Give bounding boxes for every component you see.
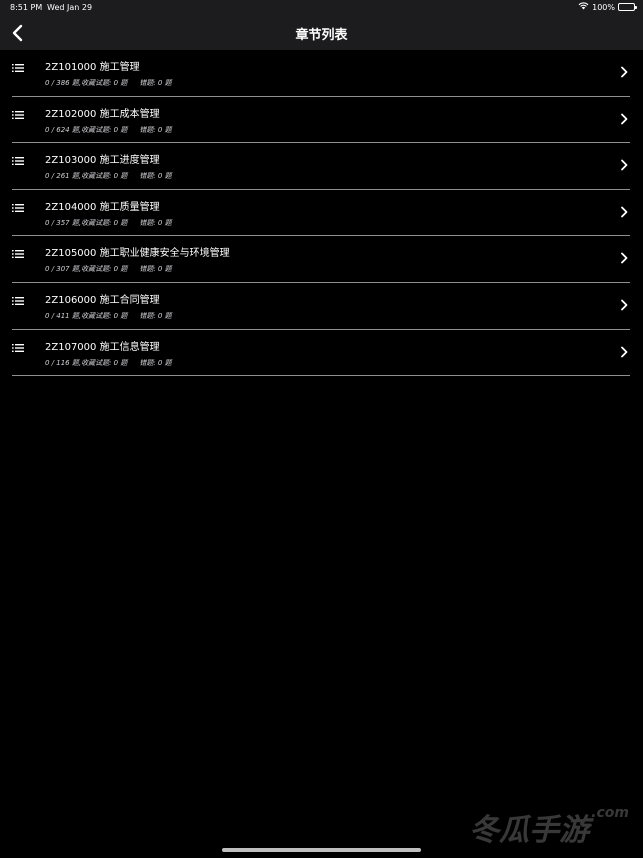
chapter-stats: 0 / 386 题,收藏试题: 0 题 错题: 0 题 [45, 78, 172, 88]
status-date: Wed Jan 29 [47, 3, 93, 12]
chapter-title: 2Z107000 施工信息管理 [45, 341, 160, 353]
chapter-favorites: 收藏试题: 0 题 [81, 125, 128, 134]
battery-percent: 100% [592, 2, 615, 12]
chapter-stats: 0 / 624 题,收藏试题: 0 题 错题: 0 题 [45, 125, 172, 135]
chapter-favorites: 收藏试题: 0 题 [81, 265, 128, 274]
chapter-favorites: 收藏试题: 0 题 [81, 311, 128, 320]
watermark-domain: .com [591, 805, 629, 821]
list-icon [12, 203, 24, 212]
chapter-title: 2Z106000 施工合同管理 [45, 294, 160, 306]
chapter-favorites: 收藏试题: 0 题 [81, 79, 128, 87]
chapter-stats: 0 / 116 题,收藏试题: 0 题 错题: 0 题 [45, 358, 172, 368]
chevron-right-icon [621, 159, 628, 171]
chapter-row[interactable]: 2Z106000 施工合同管理 0 / 411 题,收藏试题: 0 题 错题: 0… [12, 283, 630, 330]
chapter-progress: 0 / 307 题, [45, 265, 82, 274]
status-bar: 8:51 PM Wed Jan 29 100% [0, 0, 643, 15]
chapter-errors: 错题: 0 题 [139, 172, 172, 181]
navigation-bar: 章节列表 [0, 15, 643, 50]
chapter-row[interactable]: 2Z101000 施工管理 0 / 386 题,收藏试题: 0 题 错题: 0 题 [12, 50, 630, 97]
chapter-title: 2Z104000 施工质量管理 [45, 201, 160, 213]
chapter-errors: 错题: 0 题 [139, 79, 172, 87]
chapter-row[interactable]: 2Z104000 施工质量管理 0 / 357 题,收藏试题: 0 题 错题: 0… [12, 190, 630, 237]
chapter-errors: 错题: 0 题 [139, 265, 172, 274]
list-icon [12, 157, 24, 166]
wifi-icon [578, 2, 589, 12]
chevron-right-icon [621, 299, 628, 311]
chapter-row[interactable]: 2Z107000 施工信息管理 0 / 116 题,收藏试题: 0 题 错题: 0… [12, 330, 630, 377]
list-icon [12, 296, 24, 305]
status-time: 8:51 PM [10, 3, 43, 12]
chevron-right-icon [621, 66, 628, 78]
watermark-logo: 冬瓜手游 .com [469, 805, 629, 849]
chevron-right-icon [621, 346, 628, 357]
chapter-title: 2Z101000 施工管理 [45, 62, 140, 73]
chapter-progress: 0 / 261 题, [45, 172, 82, 181]
chevron-right-icon [621, 206, 628, 218]
list-icon [12, 250, 24, 259]
chapter-stats: 0 / 261 题,收藏试题: 0 题 错题: 0 题 [45, 171, 172, 181]
chapter-row[interactable]: 2Z103000 施工进度管理 0 / 261 题,收藏试题: 0 题 错题: 0… [12, 143, 630, 190]
chapter-favorites: 收藏试题: 0 题 [81, 172, 128, 181]
home-indicator[interactable] [222, 848, 421, 852]
chapter-title: 2Z102000 施工成本管理 [45, 108, 160, 120]
chapter-progress: 0 / 357 题, [45, 218, 82, 227]
chevron-right-icon [621, 252, 628, 264]
page-title: 章节列表 [295, 28, 348, 43]
chapter-favorites: 收藏试题: 0 题 [81, 358, 128, 367]
chapter-list: 2Z101000 施工管理 0 / 386 题,收藏试题: 0 题错题: 0 题… [0, 50, 643, 377]
chapter-progress: 0 / 386 题, [45, 79, 82, 87]
list-icon [12, 110, 24, 119]
chapter-row[interactable]: 2Z102000 施工成本管理 0 / 624 题,收藏试题: 0 题 错题: 0… [12, 97, 630, 144]
chapter-errors: 错题: 0 题 [139, 125, 172, 134]
list-icon [12, 343, 24, 352]
status-right: 100% [578, 2, 637, 12]
chapter-stats: 0 / 411 题,收藏试题: 0 题 错题: 0 题 [45, 311, 172, 321]
chapter-errors: 错题: 0 题 [139, 358, 172, 367]
chapter-stats: 0 / 357 题,收藏试题: 0 题 错题: 0 题 [45, 218, 172, 228]
chapter-favorites: 收藏试题: 0 题 [81, 218, 128, 227]
chapter-title: 2Z103000 施工进度管理 [45, 155, 160, 167]
chapter-row[interactable]: 2Z105000 施工职业健康安全与环境管理 0 / 307 题,收藏试题: 0… [12, 236, 630, 283]
chapter-progress: 0 / 116 题, [45, 358, 82, 367]
watermark-brand: 冬瓜手游 [469, 813, 590, 848]
chevron-right-icon [621, 113, 628, 124]
chapter-stats: 0 / 307 题,收藏试题: 0 题 错题: 0 题 [45, 264, 172, 274]
chapter-errors: 错题: 0 题 [139, 311, 172, 320]
list-icon [12, 64, 24, 72]
battery-icon [618, 3, 637, 11]
chapter-errors: 错题: 0 题 [139, 218, 172, 227]
chapter-progress: 0 / 411 题, [45, 311, 82, 320]
chapter-title: 2Z105000 施工职业健康安全与环境管理 [45, 248, 230, 260]
chapter-progress: 0 / 624 题, [45, 125, 82, 134]
